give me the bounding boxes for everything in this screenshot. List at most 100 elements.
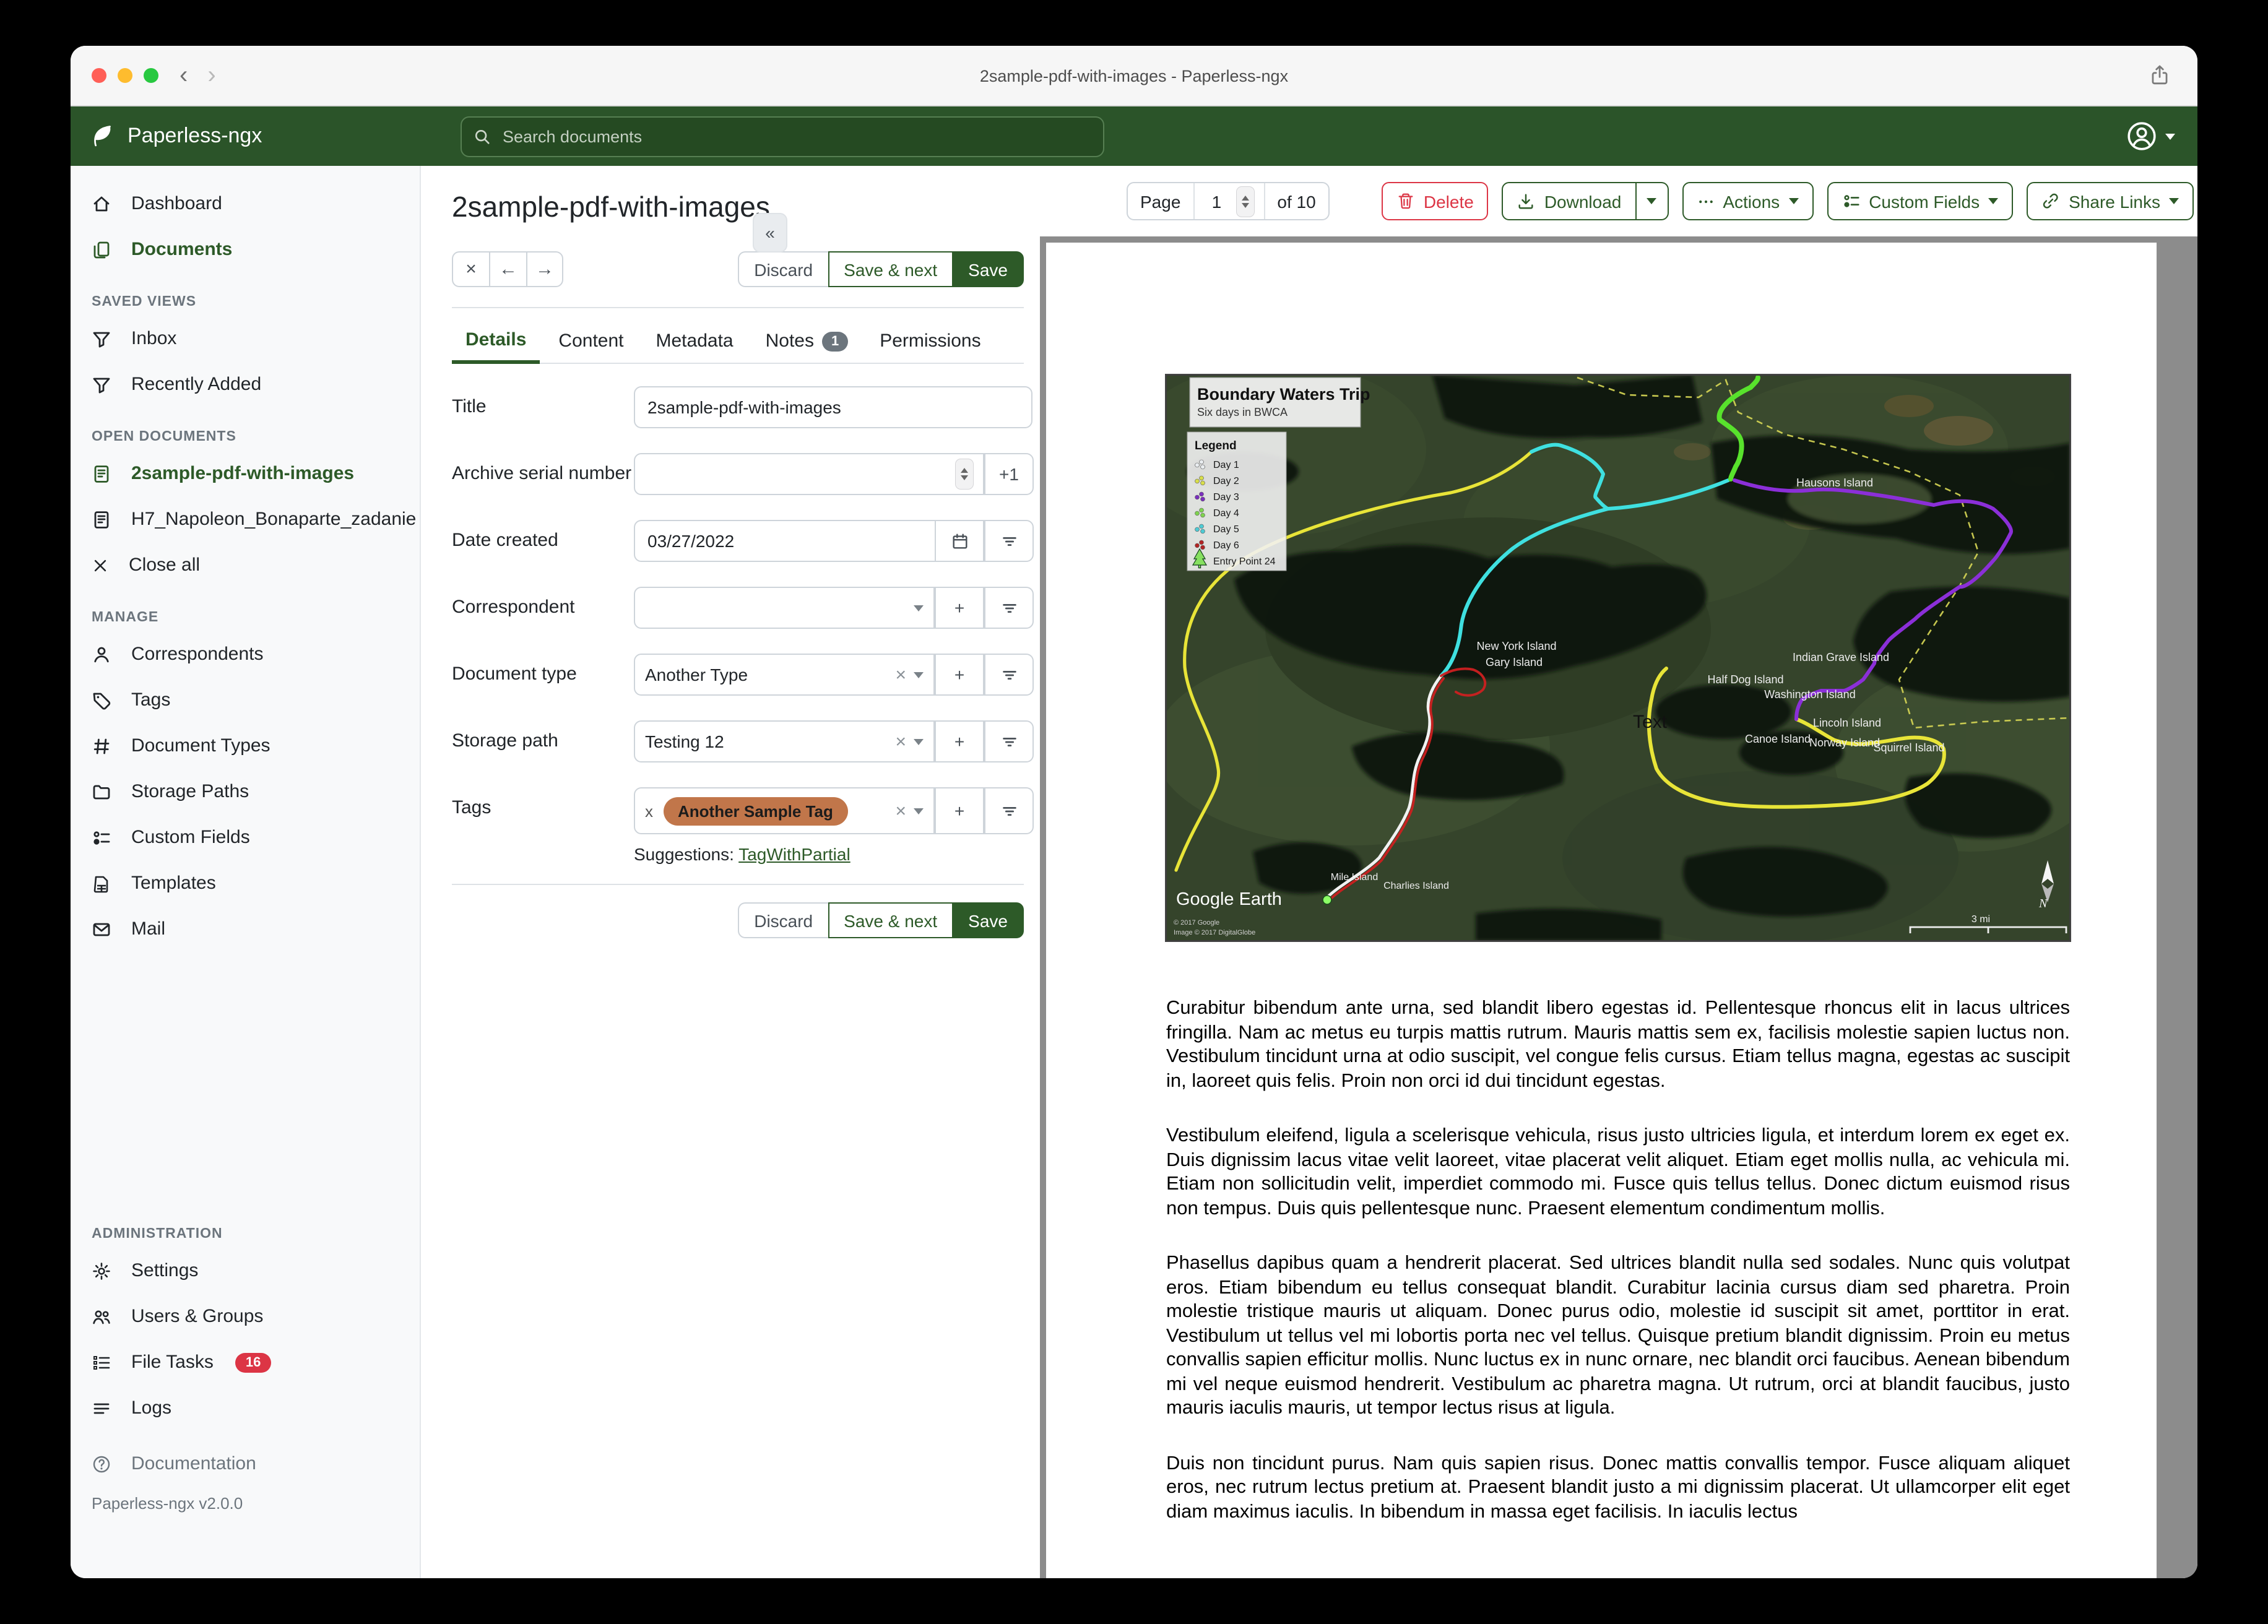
app-header: Paperless-ngx [71, 106, 2197, 166]
tags-select[interactable]: x Another Sample Tag × [634, 787, 935, 834]
page-number-input[interactable] [1204, 190, 1229, 212]
sidebar-item-storage-paths[interactable]: Storage Paths [71, 769, 420, 814]
sidebar-item-mail[interactable]: Mail [71, 906, 420, 952]
entry-point-marker [1322, 895, 1332, 905]
tab-notes[interactable]: Notes 1 [752, 321, 862, 363]
share-icon[interactable] [2149, 63, 2170, 93]
save-next-button-bottom[interactable]: Save & next [828, 902, 953, 938]
divider [452, 307, 1024, 308]
tab-permissions[interactable]: Permissions [866, 321, 994, 363]
tag-chip[interactable]: Another Sample Tag [663, 797, 848, 825]
tab-metadata[interactable]: Metadata [643, 321, 747, 363]
add-storage-path-button[interactable]: + [935, 720, 984, 762]
title-input[interactable] [634, 386, 1032, 428]
save-next-button[interactable]: Save & next [828, 251, 953, 287]
map-text-annotation: Text [1633, 712, 1668, 732]
sidebar-item-label: Documents [131, 239, 233, 260]
ellipsis-icon [1697, 192, 1714, 210]
tab-details[interactable]: Details [452, 321, 540, 364]
sidebar-item-label: Document Types [131, 735, 271, 756]
discard-button[interactable]: Discard [738, 251, 828, 287]
sidebar-item-open-doc-2[interactable]: H7_Napoleon_Bonaparte_zadanie [71, 496, 420, 542]
sidebar-section-administration: ADMINISTRATION [92, 1227, 223, 1242]
hash-icon [92, 736, 111, 756]
people-icon [92, 1307, 111, 1326]
save-button-bottom[interactable]: Save [952, 902, 1024, 938]
chevron-down-icon [914, 605, 924, 611]
chevron-down-icon [1988, 198, 1999, 204]
remove-tag-icon[interactable]: x [645, 801, 653, 820]
compass-label: N [2038, 897, 2048, 910]
sidebar-item-users-groups[interactable]: Users & Groups [71, 1294, 420, 1339]
sidebar-item-documentation[interactable]: Documentation [71, 1441, 420, 1487]
tab-content[interactable]: Content [545, 321, 637, 363]
sidebar-item-templates[interactable]: Templates [71, 860, 420, 906]
app-version: Paperless-ngx v2.0.0 [92, 1494, 243, 1513]
storage-path-filter-button[interactable] [984, 720, 1034, 762]
legend-label: Day 6 [1213, 540, 1239, 551]
sidebar-item-inbox[interactable]: Inbox [71, 316, 420, 361]
island-label: Squirrel Island [1873, 741, 1944, 754]
number-stepper[interactable] [956, 459, 973, 489]
filter-icon [1000, 598, 1018, 617]
template-file-icon [92, 873, 111, 893]
document-preview-panel: Page of 10 Delete [1040, 166, 2197, 1578]
sidebar-item-logs[interactable]: Logs [71, 1385, 420, 1431]
close-document-button[interactable]: × [452, 251, 489, 287]
page-stepper[interactable] [1236, 186, 1254, 216]
app-brand[interactable]: Paperless-ngx [90, 124, 262, 149]
previous-document-button[interactable]: ← [489, 251, 526, 287]
asn-input[interactable] [634, 453, 984, 495]
sidebar-item-documents[interactable]: Documents [71, 227, 420, 272]
add-correspondent-button[interactable]: + [935, 587, 984, 629]
sidebar-item-close-all[interactable]: Close all [71, 542, 420, 588]
sidebar-item-settings[interactable]: Settings [71, 1248, 420, 1294]
island-label: Half Dog Island [1707, 673, 1783, 686]
pdf-viewer-frame[interactable]: Hausons Island New York Island Gary Isla… [1040, 236, 2197, 1578]
sidebar-item-open-doc-1[interactable]: 2sample-pdf-with-images [71, 451, 420, 496]
delete-button[interactable]: Delete [1381, 182, 1489, 220]
user-menu[interactable] [2126, 120, 2175, 152]
chevron-down-icon [2165, 133, 2175, 139]
download-button[interactable]: Download [1502, 182, 1637, 220]
pdf-page: Hausons Island New York Island Gary Isla… [1046, 243, 2157, 1578]
correspondent-filter-button[interactable] [984, 587, 1034, 629]
sidebar-item-tags[interactable]: Tags [71, 677, 420, 723]
correspondent-select[interactable] [634, 587, 935, 629]
file-tasks-badge: 16 [235, 1352, 271, 1372]
add-document-type-button[interactable]: + [935, 654, 984, 696]
date-filter-button[interactable] [984, 520, 1034, 562]
search-input[interactable] [500, 126, 1092, 147]
sidebar-item-file-tasks[interactable]: File Tasks 16 [71, 1339, 420, 1385]
storage-path-select[interactable]: Testing 12 × [634, 720, 935, 762]
sidebar-item-correspondents[interactable]: Correspondents [71, 631, 420, 677]
next-document-button[interactable]: → [526, 251, 563, 287]
search-bar[interactable] [461, 116, 1104, 157]
sidebar-item-custom-fields[interactable]: Custom Fields [71, 814, 420, 860]
sidebar-item-document-types[interactable]: Document Types [71, 723, 420, 769]
add-tag-button[interactable]: + [935, 787, 984, 834]
sidebar-collapse-button[interactable]: « [753, 213, 787, 253]
asn-plus-one-button[interactable]: +1 [984, 453, 1034, 495]
discard-button-bottom[interactable]: Discard [738, 902, 828, 938]
clear-icon[interactable]: × [895, 731, 906, 752]
clear-icon[interactable]: × [895, 800, 906, 821]
date-created-input[interactable] [634, 520, 935, 562]
sidebar-item-label: Mail [131, 918, 166, 939]
copyright-line: Image © 2017 DigitalGlobe [1174, 929, 1255, 936]
page-title: 2sample-pdf-with-images [452, 191, 770, 223]
calendar-button[interactable] [935, 520, 984, 562]
tags-filter-button[interactable] [984, 787, 1034, 834]
clear-icon[interactable]: × [895, 664, 906, 685]
sidebar-item-recently-added[interactable]: Recently Added [71, 361, 420, 407]
document-type-select[interactable]: Another Type × [634, 654, 935, 696]
share-links-button[interactable]: Share Links [2027, 182, 2194, 220]
save-button[interactable]: Save [952, 251, 1024, 287]
custom-fields-button[interactable]: Custom Fields [1827, 182, 2014, 220]
sidebar-item-dashboard[interactable]: Dashboard [71, 181, 420, 227]
download-options-button[interactable] [1636, 182, 1669, 220]
document-type-filter-button[interactable] [984, 654, 1034, 696]
page-navigation: Page of 10 [1127, 182, 1330, 220]
tag-suggestion-link[interactable]: TagWithPartial [738, 844, 850, 864]
actions-button[interactable]: Actions [1682, 182, 1814, 220]
